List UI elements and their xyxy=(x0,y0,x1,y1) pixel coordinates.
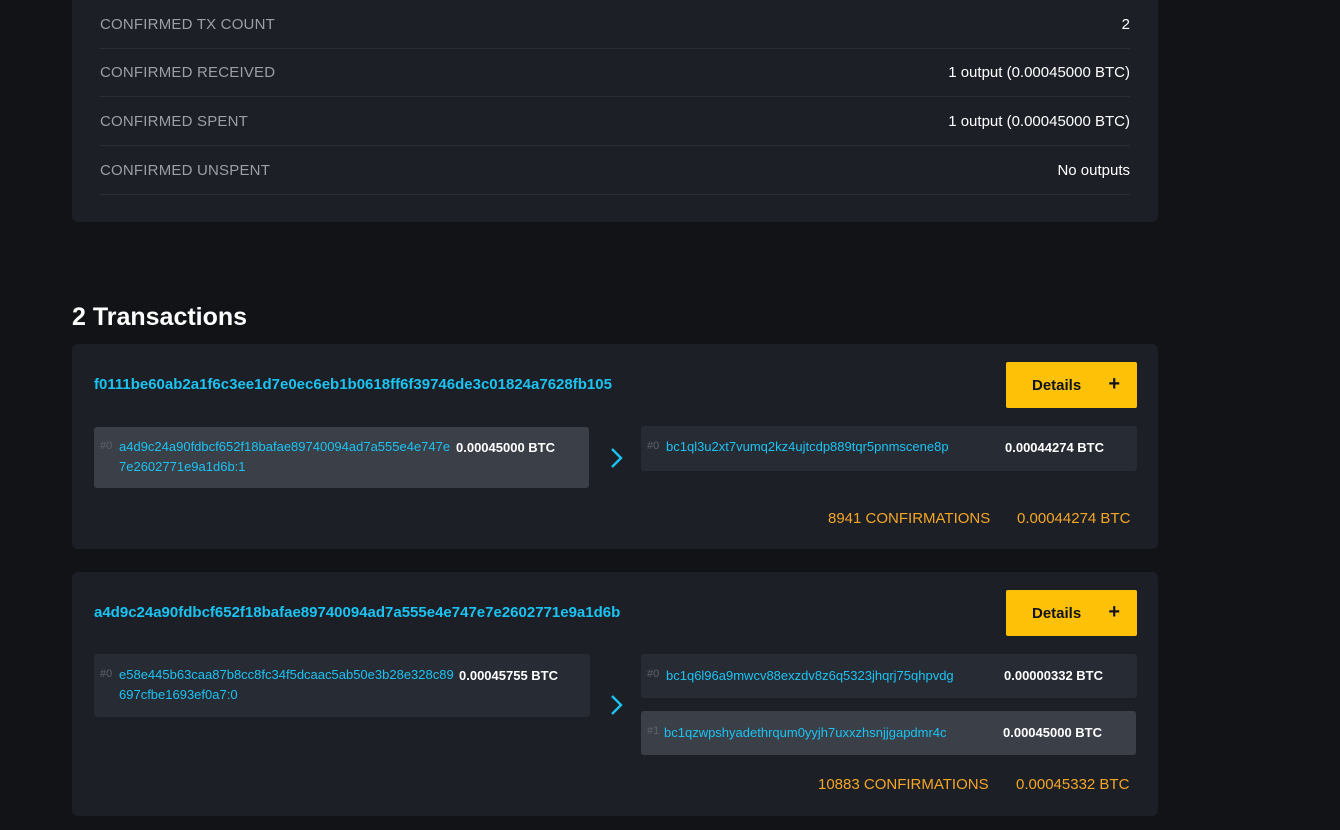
details-label: Details xyxy=(1032,376,1082,394)
details-label: Details xyxy=(1032,604,1082,622)
plus-icon: + xyxy=(1108,373,1120,395)
transaction-output[interactable]: #1 bc1qzwpshyadethrqum0yyjh7uxxzhsnjjgap… xyxy=(641,711,1136,755)
transaction-output[interactable]: #0 bc1ql3u2xt7vumq2kz4ujtcdp889tqr5pnmsc… xyxy=(641,426,1137,471)
summary-row-spent: CONFIRMED SPENT 1 output (0.00045000 BTC… xyxy=(100,97,1130,146)
input-address-link[interactable]: a4d9c24a90fdbcf652f18bafae89740094ad7a55… xyxy=(119,437,455,477)
transaction-card: a4d9c24a90fdbcf652f18bafae89740094ad7a55… xyxy=(72,572,1158,816)
summary-row-received: CONFIRMED RECEIVED 1 output (0.00045000 … xyxy=(100,48,1130,97)
confirmations-count: 8941 CONFIRMATIONS xyxy=(828,510,991,527)
summary-label: CONFIRMED UNSPENT xyxy=(100,161,271,179)
output-amount: 0.00044274 BTC xyxy=(1005,440,1105,455)
details-button[interactable]: Details + xyxy=(1006,590,1137,636)
output-address-link[interactable]: bc1q6l96a9mwcv88exzdv8z6q5323jhqrj75qhpv… xyxy=(666,666,954,686)
details-button[interactable]: Details + xyxy=(1006,362,1137,408)
transaction-id-link[interactable]: a4d9c24a90fdbcf652f18bafae89740094ad7a55… xyxy=(94,604,620,621)
transaction-output[interactable]: #0 bc1q6l96a9mwcv88exzdv8z6q5323jhqrj75q… xyxy=(641,654,1137,698)
chevron-right-icon xyxy=(611,695,623,715)
transaction-id-link[interactable]: f0111be60ab2a1f6c3ee1d7e0ec6eb1b0618ff6f… xyxy=(94,376,612,393)
input-amount: 0.00045000 BTC xyxy=(456,440,556,455)
output-index: #1 xyxy=(647,725,660,737)
transactions-heading: 2 Transactions xyxy=(72,303,248,331)
output-amount: 0.00045000 BTC xyxy=(1003,725,1103,740)
summary-label: CONFIRMED SPENT xyxy=(100,112,249,130)
input-address-link[interactable]: e58e445b63caa87b8cc8fc34f5dcaac5ab50e3b2… xyxy=(119,665,457,705)
output-address-link[interactable]: bc1ql3u2xt7vumq2kz4ujtcdp889tqr5pnmscene… xyxy=(666,437,949,457)
transaction-total: 0.00045332 BTC xyxy=(1016,776,1130,793)
transaction-card: f0111be60ab2a1f6c3ee1d7e0ec6eb1b0618ff6f… xyxy=(72,344,1158,549)
summary-row-tx-count: CONFIRMED TX COUNT 2 xyxy=(100,0,1130,49)
output-address-link[interactable]: bc1qzwpshyadethrqum0yyjh7uxxzhsnjjgapdmr… xyxy=(664,723,947,743)
summary-label: CONFIRMED TX COUNT xyxy=(100,15,275,33)
summary-value: 1 output (0.00045000 BTC) xyxy=(948,112,1130,130)
summary-label: CONFIRMED RECEIVED xyxy=(100,63,276,81)
output-index: #0 xyxy=(647,440,660,452)
transaction-input[interactable]: #0 a4d9c24a90fdbcf652f18bafae89740094ad7… xyxy=(94,427,589,488)
output-index: #0 xyxy=(647,668,660,680)
transaction-total: 0.00044274 BTC xyxy=(1017,510,1131,527)
summary-value: 1 output (0.00045000 BTC) xyxy=(948,63,1130,81)
input-index: #0 xyxy=(100,668,113,680)
input-index: #0 xyxy=(100,440,113,452)
transaction-input[interactable]: #0 e58e445b63caa87b8cc8fc34f5dcaac5ab50e… xyxy=(94,654,590,717)
summary-value: 2 xyxy=(1121,15,1130,33)
input-amount: 0.00045755 BTC xyxy=(459,668,559,683)
summary-row-unspent: CONFIRMED UNSPENT No outputs xyxy=(100,146,1130,195)
summary-value: No outputs xyxy=(1057,161,1130,179)
output-amount: 0.00000332 BTC xyxy=(1004,668,1104,683)
address-summary-card: CONFIRMED TX COUNT 2 CONFIRMED RECEIVED … xyxy=(72,0,1158,222)
plus-icon: + xyxy=(1108,601,1120,623)
confirmations-count: 10883 CONFIRMATIONS xyxy=(818,776,989,793)
chevron-right-icon xyxy=(611,448,623,468)
